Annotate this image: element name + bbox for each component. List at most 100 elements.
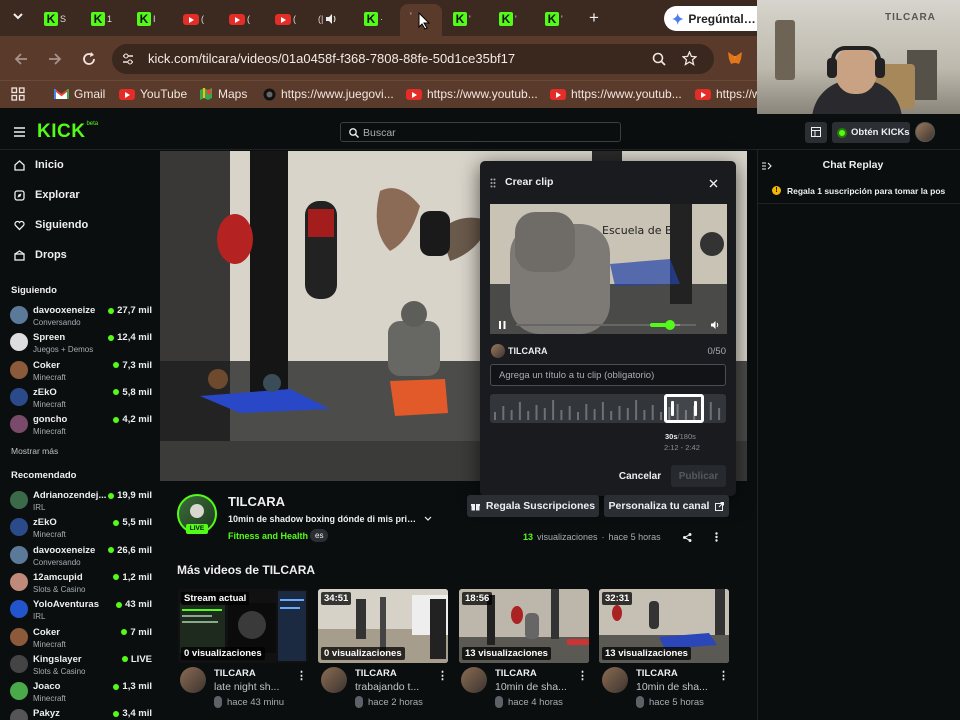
url-text[interactable]: kick.com/tilcara/videos/01a0458f-f368-78… bbox=[148, 51, 628, 66]
video-card[interactable]: Stream actual 0 visualizaciones bbox=[178, 589, 308, 663]
browser-tab[interactable]: (| bbox=[318, 10, 344, 28]
more-options-icon[interactable]: ⋮ bbox=[577, 669, 588, 682]
video-title[interactable]: trabajando t... bbox=[355, 681, 431, 693]
drag-handle-icon[interactable] bbox=[490, 178, 496, 188]
browser-tab-active[interactable]: ' bbox=[400, 4, 442, 36]
bookmark-maps[interactable]: Maps bbox=[199, 86, 247, 102]
tab-search-button[interactable] bbox=[10, 10, 26, 26]
clip-preview[interactable]: Escuela de BOX bbox=[490, 204, 727, 334]
video-title[interactable]: late night sh... bbox=[214, 681, 290, 693]
sidebar-channel-item[interactable]: davooxeneize Conversando 27,7 mil bbox=[10, 303, 152, 329]
collapse-button[interactable] bbox=[805, 122, 827, 143]
apps-grid-icon[interactable] bbox=[11, 87, 25, 101]
zoom-icon[interactable] bbox=[652, 52, 666, 66]
video-title[interactable]: 10min de sha... bbox=[636, 681, 712, 693]
language-tag[interactable]: es bbox=[310, 529, 329, 542]
gemini-button[interactable]: Pregúntale a bbox=[664, 6, 757, 31]
channel-avatar[interactable] bbox=[461, 667, 487, 693]
bookmark-youtube-link[interactable]: https://www.youtub... bbox=[406, 86, 538, 102]
sidebar-nav-explorar[interactable]: Explorar bbox=[14, 189, 80, 201]
more-options-icon[interactable]: ⋮ bbox=[296, 669, 307, 682]
sidebar-channel-item[interactable]: Kingslayer Slots & Casino LIVE bbox=[10, 652, 152, 678]
channel-avatar[interactable] bbox=[180, 667, 206, 693]
browser-tab[interactable]: K · bbox=[364, 10, 390, 28]
clip-volume-knob[interactable] bbox=[664, 320, 675, 330]
customize-channel-button[interactable]: Personaliza tu canal bbox=[604, 495, 729, 517]
user-avatar[interactable] bbox=[915, 122, 935, 142]
forward-arrow-icon[interactable] bbox=[48, 52, 62, 66]
more-options-icon[interactable]: ⋮ bbox=[718, 669, 729, 682]
hamburger-menu-icon[interactable] bbox=[14, 127, 25, 137]
kick-logo[interactable]: KICK beta bbox=[37, 121, 98, 143]
cancel-button[interactable]: Cancelar bbox=[612, 465, 668, 487]
sidebar-nav-siguiendo[interactable]: Siguiendo bbox=[14, 219, 88, 231]
video-card[interactable]: 32:31 13 visualizaciones bbox=[599, 589, 729, 663]
video-channel[interactable]: TILCARA bbox=[355, 668, 397, 679]
bookmark-juegovi[interactable]: https://www.juegovi... bbox=[263, 86, 394, 102]
bookmark-star-icon[interactable] bbox=[682, 51, 697, 66]
category-link[interactable]: Fitness and Health bbox=[228, 531, 308, 541]
browser-tab[interactable]: ( bbox=[183, 10, 209, 28]
bookmark-youtube-link[interactable]: https://w bbox=[695, 86, 761, 102]
sidebar-nav-drops[interactable]: Drops bbox=[14, 249, 67, 261]
clip-title-input[interactable]: Agrega un título a tu clip (obligatorio) bbox=[490, 364, 726, 386]
sidebar-channel-item[interactable]: goncho Minecraft 4,2 mil bbox=[10, 412, 152, 438]
sidebar-channel-item[interactable]: davooxeneize Conversando 26,6 mil bbox=[10, 543, 152, 569]
more-options-icon[interactable]: ⋮ bbox=[437, 669, 448, 682]
bookmark-youtube-link[interactable]: https://www.youtub... bbox=[550, 86, 682, 102]
video-card[interactable]: 34:51 0 visualizaciones bbox=[318, 589, 448, 663]
browser-tab[interactable]: ( bbox=[275, 10, 301, 28]
browser-tab[interactable]: KS bbox=[44, 10, 70, 28]
video-views: 0 visualizaciones bbox=[321, 647, 405, 660]
browser-tab[interactable]: K ' bbox=[545, 10, 571, 28]
clip-range-selector[interactable] bbox=[664, 394, 704, 423]
sidebar-channel-item[interactable]: zEkO Minecraft 5,8 mil bbox=[10, 385, 152, 411]
sidebar-channel-item[interactable]: Spreen Juegos + Demos 12,4 mil bbox=[10, 330, 152, 356]
reload-icon[interactable] bbox=[82, 52, 96, 66]
sidebar-channel-item[interactable]: 12amcupid Slots & Casino 1,2 mil bbox=[10, 570, 152, 596]
sidebar-channel-item[interactable]: Adrianozendej... IRL 19,9 mil bbox=[10, 488, 152, 514]
show-more-link[interactable]: Mostrar más bbox=[11, 446, 58, 456]
sidebar-channel-item[interactable]: Joaco Minecraft 1,3 mil bbox=[10, 679, 152, 705]
back-arrow-icon[interactable] bbox=[14, 52, 28, 66]
pause-icon[interactable] bbox=[499, 321, 506, 329]
site-settings-icon[interactable] bbox=[121, 52, 135, 66]
sidebar-nav-inicio[interactable]: Inicio bbox=[14, 159, 64, 171]
video-title[interactable]: 10min de sha... bbox=[495, 681, 571, 693]
video-meta: hace 4 horas bbox=[508, 696, 563, 708]
channel-avatar[interactable] bbox=[321, 667, 347, 693]
sidebar-channel-item[interactable]: zEkO Minecraft 5,5 mil bbox=[10, 515, 152, 541]
sidebar-channel-item[interactable]: YoloAventuras IRL 43 mil bbox=[10, 597, 152, 623]
metamask-extension-icon[interactable] bbox=[727, 51, 743, 66]
clip-timeline[interactable] bbox=[490, 394, 726, 423]
chevron-down-icon[interactable] bbox=[424, 515, 432, 522]
video-channel[interactable]: TILCARA bbox=[214, 668, 256, 679]
channel-avatar[interactable] bbox=[602, 667, 628, 693]
sidebar-channel-item[interactable]: Coker Minecraft 7 mil bbox=[10, 625, 152, 651]
browser-tab[interactable]: KI bbox=[137, 10, 163, 28]
bookmark-youtube[interactable]: YouTube bbox=[119, 86, 187, 102]
channel-name[interactable]: TILCARA bbox=[228, 494, 285, 509]
sidebar-channel-item[interactable]: Pakyz 3,4 mil bbox=[10, 706, 152, 720]
chat-gift-notice[interactable]: ! Regala 1 suscripción para tomar la pos bbox=[758, 180, 960, 204]
share-icon[interactable] bbox=[683, 533, 692, 542]
browser-tab[interactable]: ( bbox=[229, 10, 255, 28]
close-icon[interactable] bbox=[709, 179, 718, 188]
more-options-icon[interactable] bbox=[714, 532, 719, 542]
volume-icon[interactable] bbox=[711, 321, 719, 329]
sidebar-channel-item[interactable]: Coker Minecraft 7,3 mil bbox=[10, 358, 152, 384]
gift-subscriptions-button[interactable]: Regala Suscripciones bbox=[467, 495, 599, 517]
search-input[interactable]: Buscar bbox=[340, 122, 621, 142]
video-channel[interactable]: TILCARA bbox=[495, 668, 537, 679]
video-card[interactable]: 18:56 13 visualizaciones bbox=[459, 589, 589, 663]
video-channel[interactable]: TILCARA bbox=[636, 668, 678, 679]
viewer-count: 3,4 mil bbox=[113, 708, 152, 719]
get-kicks-button[interactable]: Obtén KICKs bbox=[832, 122, 910, 143]
new-tab-button[interactable]: + bbox=[586, 9, 602, 27]
browser-tab[interactable]: K1 bbox=[91, 10, 117, 28]
bookmark-gmail[interactable]: Gmail bbox=[54, 86, 105, 102]
browser-tab[interactable]: K ' bbox=[499, 10, 525, 28]
clip-title-counter: 0/50 bbox=[707, 346, 727, 357]
publish-button[interactable]: Publicar bbox=[671, 465, 726, 487]
browser-tab[interactable]: K ' bbox=[453, 10, 479, 28]
